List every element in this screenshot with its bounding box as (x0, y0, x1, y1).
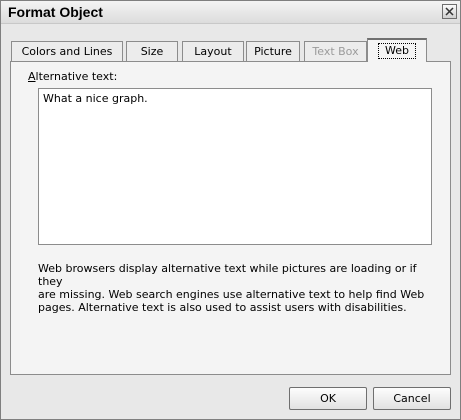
help-text-line: Web browsers display alternative text wh… (38, 262, 417, 288)
alternative-text-field[interactable]: What a nice graph. (38, 88, 432, 245)
help-text-line: are missing. Web search engines use alte… (38, 288, 425, 301)
close-button[interactable] (442, 4, 457, 19)
alternative-text-value: What a nice graph. (43, 92, 148, 105)
tab-size[interactable]: Size (126, 41, 178, 61)
tab-web[interactable]: Web (367, 38, 427, 62)
tab-label: Colors and Lines (21, 45, 113, 58)
tab-layout[interactable]: Layout (182, 41, 244, 61)
tab-label: Text Box (312, 45, 359, 58)
tab-label: Picture (254, 45, 292, 58)
tab-label: Web (378, 43, 416, 59)
alternative-text-label: Alternative text: (28, 70, 117, 83)
tab-picture[interactable]: Picture (246, 41, 300, 61)
tab-label: Size (140, 45, 164, 58)
tab-text-box: Text Box (304, 41, 367, 61)
close-icon (445, 7, 454, 16)
tab-colors-and-lines[interactable]: Colors and Lines (11, 41, 123, 61)
alternative-text-label-accelerator: A (28, 70, 36, 83)
cancel-button[interactable]: Cancel (373, 387, 451, 410)
window-title: Format Object (8, 4, 103, 20)
help-text-line: pages. Alternative text is also used to … (38, 301, 407, 314)
alternative-text-label-text: lternative text: (35, 70, 118, 83)
help-text: Web browsers display alternative text wh… (38, 262, 438, 314)
title-bar[interactable]: Format Object (1, 1, 460, 24)
ok-button[interactable]: OK (289, 387, 367, 410)
tab-label: Layout (194, 45, 232, 58)
format-object-dialog: Format Object Colors and Lines Size Layo… (0, 0, 461, 420)
